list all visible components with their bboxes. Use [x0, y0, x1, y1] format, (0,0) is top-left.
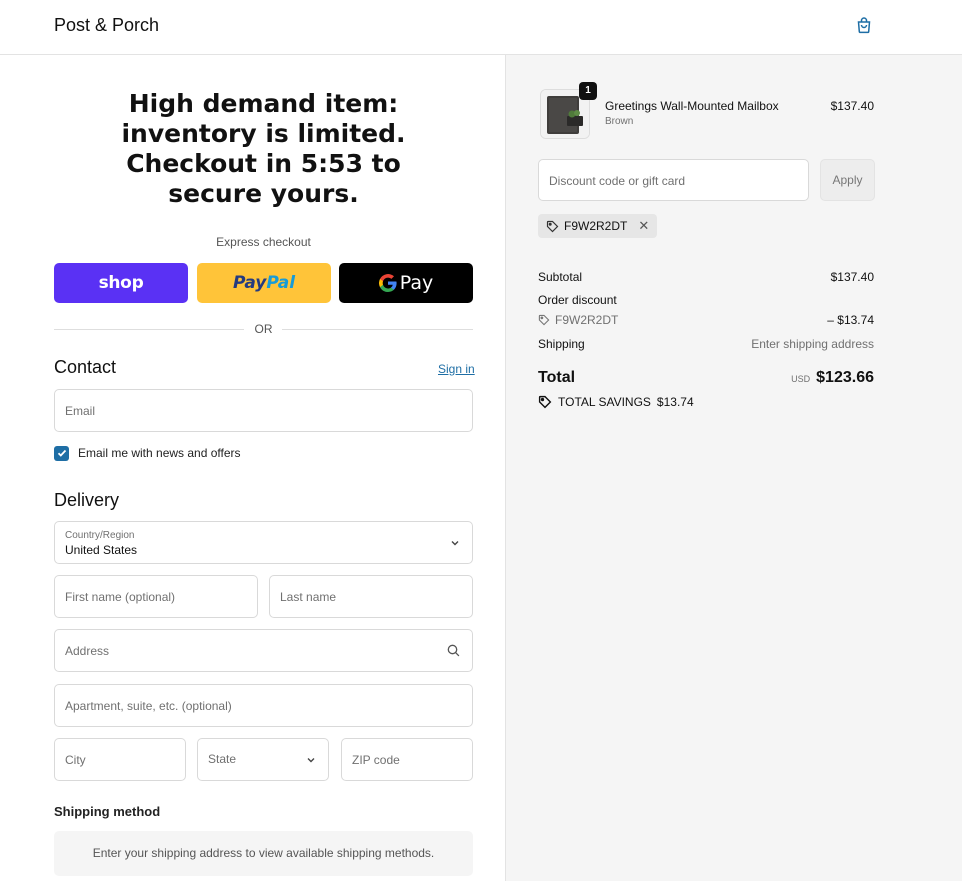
first-name-placeholder: First name (optional) — [65, 590, 176, 604]
applied-discount-chip: F9W2R2DT ✕ — [538, 214, 658, 238]
tag-icon — [538, 395, 552, 409]
google-pay-button[interactable]: Pay — [339, 263, 473, 303]
newsletter-checkbox[interactable] — [54, 445, 69, 461]
shop-pay-label: shop — [98, 273, 144, 293]
shopping-bag-icon[interactable] — [855, 16, 873, 34]
tag-icon — [546, 220, 559, 232]
shipping-label: Shipping — [538, 337, 585, 351]
address-field[interactable]: Address — [54, 629, 473, 672]
banner-line: inventory is limited. — [121, 119, 406, 148]
delivery-heading: Delivery — [54, 490, 120, 510]
paypal-label-part1: Pay — [232, 273, 267, 293]
last-name-placeholder: Last name — [280, 590, 337, 604]
country-label: Country/Region — [65, 530, 135, 541]
product-name: Greetings Wall-Mounted Mailbox — [605, 99, 779, 113]
or-divider: OR — [54, 321, 473, 337]
banner-line: secure yours. — [168, 179, 359, 208]
newsletter-option[interactable]: Email me with news and offers — [54, 445, 241, 461]
total-amount: USD $123.66 — [791, 369, 874, 387]
city-placeholder: City — [65, 753, 86, 767]
newsletter-label: Email me with news and offers — [78, 446, 241, 460]
quantity-badge: 1 — [579, 82, 597, 100]
checkout-form: High demand item: inventory is limited. … — [0, 55, 505, 881]
checkmark-icon — [57, 449, 66, 457]
apartment-field[interactable]: Apartment, suite, etc. (optional) — [54, 684, 473, 727]
urgency-banner: High demand item: inventory is limited. … — [54, 89, 473, 209]
shipping-method-heading: Shipping method — [54, 804, 161, 819]
country-value: United States — [65, 543, 138, 557]
shipping-value: Enter shipping address — [751, 337, 874, 351]
applied-discount-code: F9W2R2DT — [564, 219, 628, 233]
shop-pay-button[interactable]: shop — [54, 263, 188, 303]
total-value: $123.66 — [816, 369, 874, 386]
total-label: Total — [538, 369, 576, 386]
paypal-button[interactable]: Pay Pal — [197, 263, 331, 303]
discount-value: – $13.74 — [827, 313, 874, 327]
address-placeholder: Address — [65, 644, 110, 658]
state-select[interactable]: State — [197, 738, 329, 781]
banner-line: High demand item: — [128, 89, 399, 118]
email-field[interactable]: Email — [54, 389, 473, 432]
divider-line — [282, 329, 473, 330]
discount-code-input[interactable]: Discount code or gift card — [538, 159, 809, 201]
zip-field[interactable]: ZIP code — [341, 738, 473, 781]
discount-code-line: F9W2R2DT — [538, 313, 618, 327]
paypal-label-part2: Pal — [266, 273, 296, 293]
savings-value: $13.74 — [656, 395, 694, 409]
apartment-placeholder: Apartment, suite, etc. (optional) — [65, 699, 232, 713]
store-logo[interactable]: Post & Porch — [54, 15, 159, 36]
tag-icon — [538, 314, 550, 326]
subtotal-value: $137.40 — [830, 270, 874, 284]
product-variant: Brown — [605, 116, 634, 127]
header: Post & Porch — [0, 0, 962, 55]
chevron-down-icon — [307, 758, 315, 763]
express-checkout-label: Express checkout — [216, 235, 311, 249]
sign-in-link[interactable]: Sign in — [438, 362, 475, 376]
first-name-field[interactable]: First name (optional) — [54, 575, 258, 618]
total-savings: TOTAL SAVINGS $13.74 — [538, 395, 694, 409]
product-price: $137.40 — [830, 99, 874, 113]
google-pay-label: Pay — [399, 272, 434, 294]
savings-label: TOTAL SAVINGS — [558, 395, 651, 409]
apply-button[interactable]: Apply — [820, 159, 875, 201]
city-field[interactable]: City — [54, 738, 186, 781]
order-discount-label: Order discount — [538, 293, 617, 307]
last-name-field[interactable]: Last name — [269, 575, 473, 618]
country-select[interactable]: Country/Region United States — [54, 521, 473, 564]
order-summary: 1 Greetings Wall-Mounted Mailbox Brown $… — [505, 55, 962, 881]
contact-heading: Contact — [54, 357, 117, 377]
search-icon[interactable] — [447, 644, 460, 657]
remove-discount-icon[interactable]: ✕ — [638, 218, 649, 234]
subtotal-label: Subtotal — [538, 270, 583, 284]
discount-code-text: F9W2R2DT — [555, 313, 619, 327]
email-placeholder: Email — [65, 404, 96, 418]
zip-placeholder: ZIP code — [352, 753, 400, 767]
chevron-down-icon — [451, 541, 459, 546]
discount-placeholder: Discount code or gift card — [549, 174, 686, 188]
shipping-method-notice: Enter your shipping address to view avai… — [54, 831, 473, 876]
currency-code: USD — [791, 374, 811, 384]
state-placeholder: State — [208, 752, 237, 766]
banner-line: Checkout in 5:53 to — [126, 149, 401, 178]
google-g-icon — [378, 274, 397, 292]
